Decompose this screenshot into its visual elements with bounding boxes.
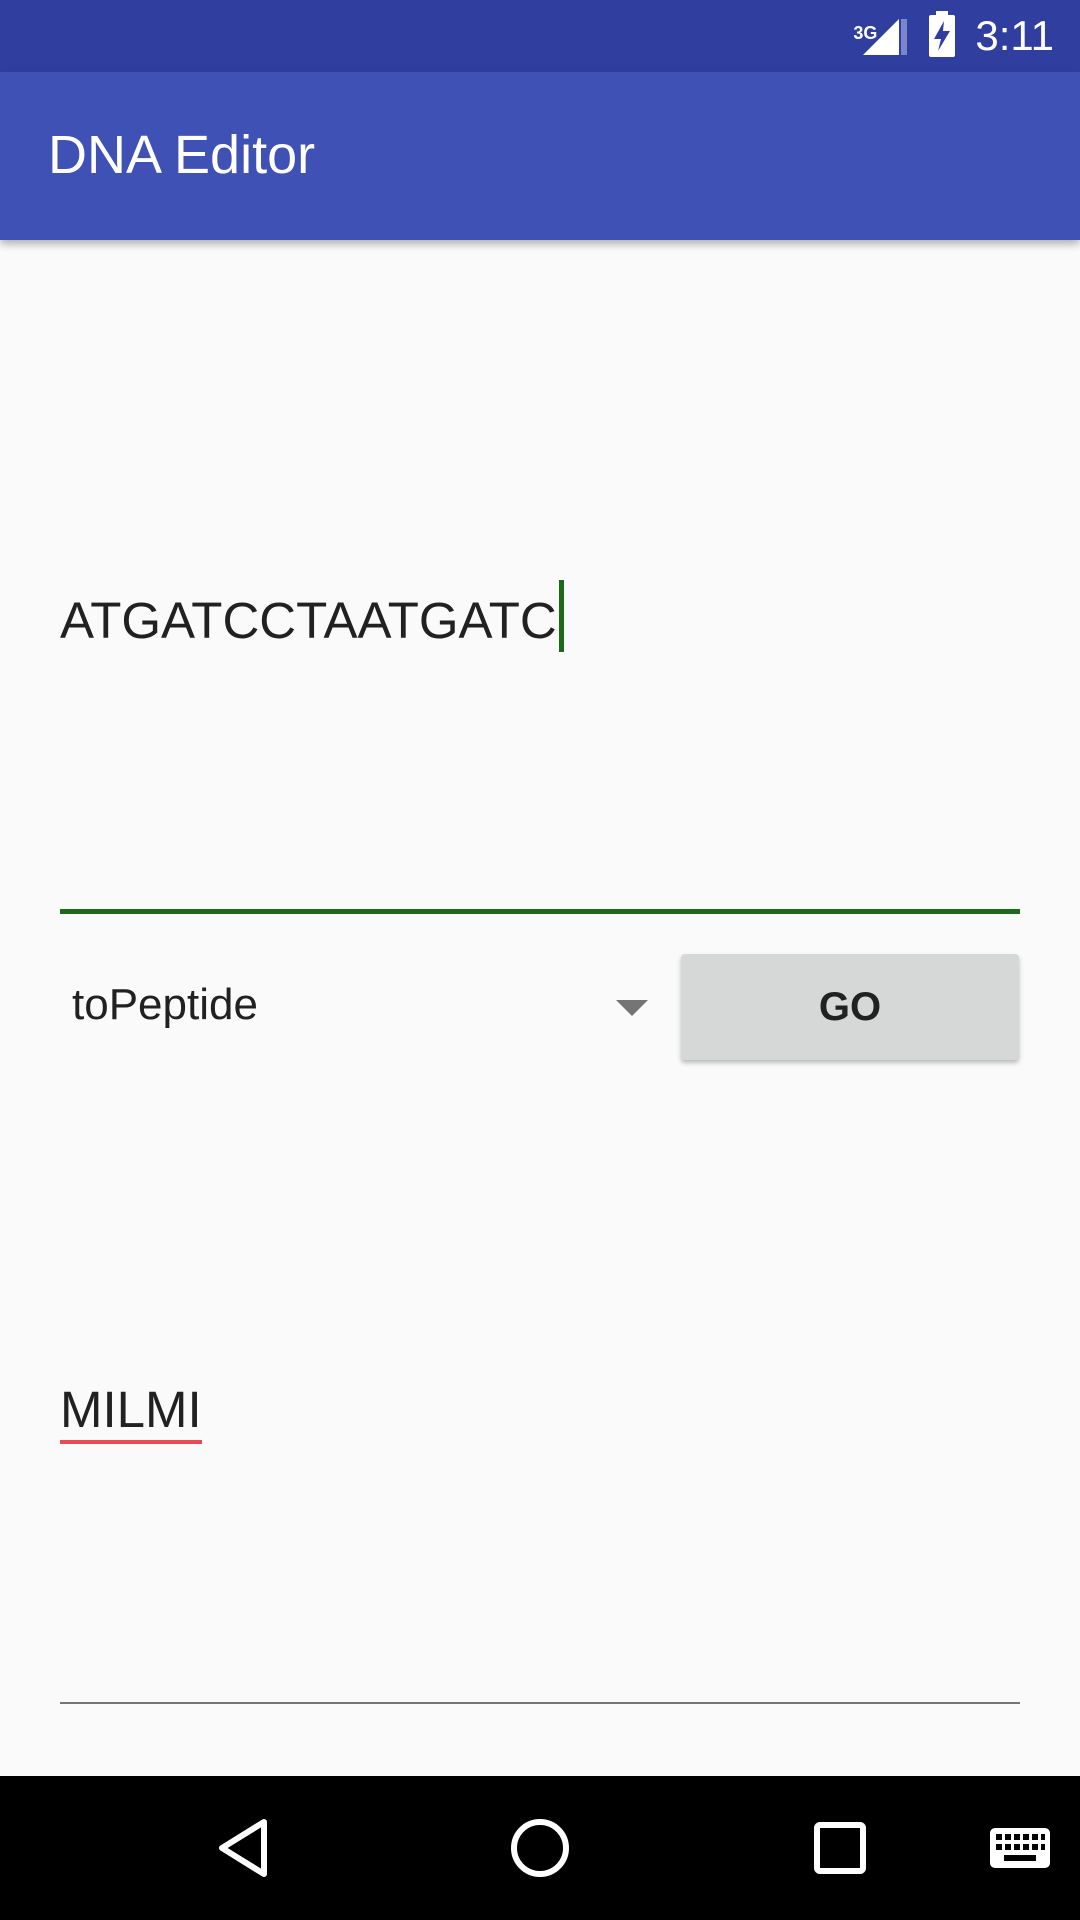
dropdown-arrow-icon (616, 1000, 648, 1016)
app-bar: DNA Editor (0, 72, 1080, 240)
recents-icon[interactable] (804, 1812, 876, 1888)
result-underline (60, 1702, 1020, 1704)
text-cursor (558, 580, 564, 652)
battery-charging-icon (927, 9, 957, 63)
go-button[interactable]: GO (681, 954, 1019, 1060)
dna-input-underline (60, 909, 1020, 914)
signal-icon: 3G (853, 11, 909, 61)
operation-spinner-value: toPeptide (72, 980, 258, 1029)
result-output-field[interactable]: MILMI (60, 1340, 1020, 1704)
operation-spinner[interactable]: toPeptide (60, 956, 660, 1060)
app-title: DNA Editor (48, 125, 316, 185)
navigation-bar (0, 1776, 1080, 1920)
status-clock: 3:11 (975, 12, 1054, 59)
dna-sequence-text: ATGATCCTAATGATC (60, 592, 557, 649)
dna-sequence-input[interactable]: ATGATCCTAATGATC (60, 552, 1020, 914)
home-icon[interactable] (504, 1812, 576, 1888)
back-icon[interactable] (208, 1812, 280, 1888)
result-text: MILMI (60, 1380, 202, 1444)
status-bar: 3G 3:11 (0, 0, 1080, 72)
keyboard-icon[interactable] (988, 1816, 1052, 1884)
